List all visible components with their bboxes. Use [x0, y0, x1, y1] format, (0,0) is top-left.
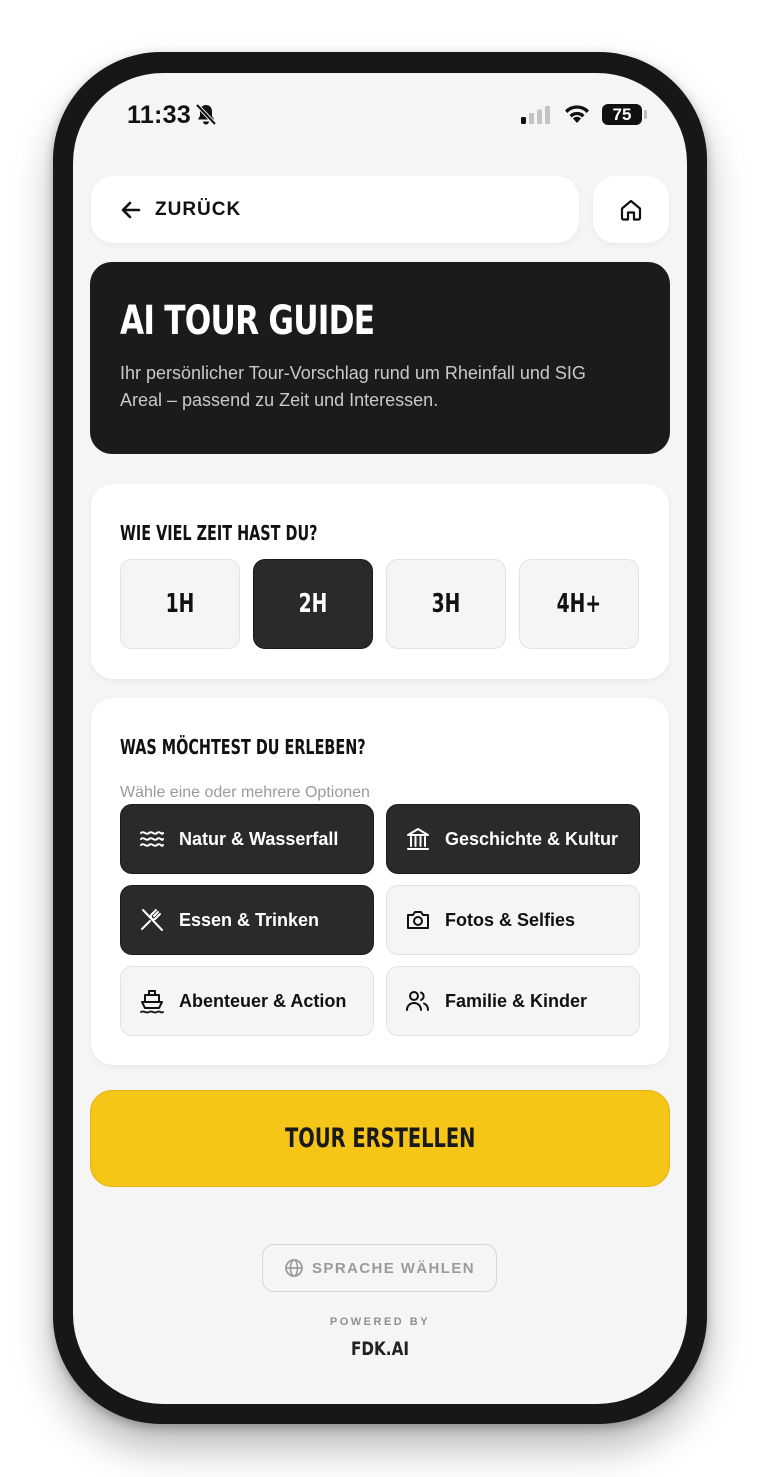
create-tour-label: TOUR ERSTELLEN: [284, 1123, 476, 1154]
interest-history[interactable]: Geschichte & Kultur: [386, 804, 640, 874]
hero-card: AI TOUR GUIDE Ihr persönlicher Tour-Vors…: [90, 262, 670, 454]
time-option-1h[interactable]: 1H: [120, 559, 240, 649]
time-option-2h[interactable]: 2H: [253, 559, 373, 649]
time-option-3h[interactable]: 3H: [386, 559, 506, 649]
back-label: ZURÜCK: [155, 198, 242, 220]
interest-section-title: WAS MÖCHTEST DU ERLEBEN?: [120, 735, 366, 759]
interest-label: Essen & Trinken: [179, 909, 320, 930]
interest-label: Familie & Kinder: [445, 990, 588, 1011]
waves-icon: [138, 825, 166, 853]
interest-family[interactable]: Familie & Kinder: [386, 966, 640, 1036]
time-section: WIE VIEL ZEIT HAST DU? 1H 2H 3H 4H+: [91, 484, 669, 679]
time-option-label: 4H+: [556, 589, 602, 619]
wifi-icon: [565, 105, 589, 123]
page-title: AI TOUR GUIDE: [120, 298, 375, 344]
time-option-label: 2H: [298, 589, 328, 619]
interest-label: Natur & Wasserfall: [179, 828, 339, 849]
utensils-icon: [138, 906, 166, 934]
interest-label: Abenteuer & Action: [179, 990, 347, 1011]
interest-food[interactable]: Essen & Trinken: [120, 885, 374, 955]
camera-icon: [404, 906, 432, 934]
boat-icon: [138, 987, 166, 1015]
arrow-left-icon: [121, 201, 141, 218]
interest-section: WAS MÖCHTEST DU ERLEBEN? Wähle eine oder…: [91, 698, 669, 1065]
powered-by-label: POWERED BY: [329, 1316, 431, 1328]
time-option-label: 1H: [165, 589, 195, 619]
back-button[interactable]: ZURÜCK: [91, 176, 579, 243]
battery-icon: 75: [602, 104, 642, 125]
interest-hint: Wähle eine oder mehrere Optionen: [120, 784, 370, 801]
signal-icon: [521, 106, 550, 124]
page-subtitle: Ihr persönlicher Tour-Vorschlag rund um …: [120, 363, 586, 410]
time-section-title: WIE VIEL ZEIT HAST DU?: [120, 521, 318, 545]
language-label: SPRACHE WÄHLEN: [312, 1259, 475, 1277]
app-screen: 11:33 75 ZURÜCK AI TOUR GUIDE Ihr persön…: [73, 73, 687, 1404]
users-icon: [404, 987, 432, 1015]
status-time: 11:33: [127, 101, 192, 129]
interest-label: Geschichte & Kultur: [445, 828, 619, 849]
language-button[interactable]: SPRACHE WÄHLEN: [262, 1244, 497, 1292]
interest-nature[interactable]: Natur & Wasserfall: [120, 804, 374, 874]
interest-photos[interactable]: Fotos & Selfies: [386, 885, 640, 955]
bell-slash-icon: [195, 103, 217, 126]
globe-icon: [285, 1259, 303, 1277]
museum-icon: [404, 825, 432, 853]
interest-adventure[interactable]: Abenteuer & Action: [120, 966, 374, 1036]
home-button[interactable]: [593, 176, 669, 243]
time-option-4h-plus[interactable]: 4H+: [519, 559, 639, 649]
home-icon: [620, 199, 642, 221]
brand-logo: FDK.AI: [351, 1338, 409, 1360]
battery-level: 75: [612, 104, 632, 124]
interest-label: Fotos & Selfies: [445, 909, 576, 930]
battery-tip: [644, 110, 647, 119]
time-option-label: 3H: [431, 589, 461, 619]
create-tour-button[interactable]: TOUR ERSTELLEN: [90, 1090, 670, 1187]
